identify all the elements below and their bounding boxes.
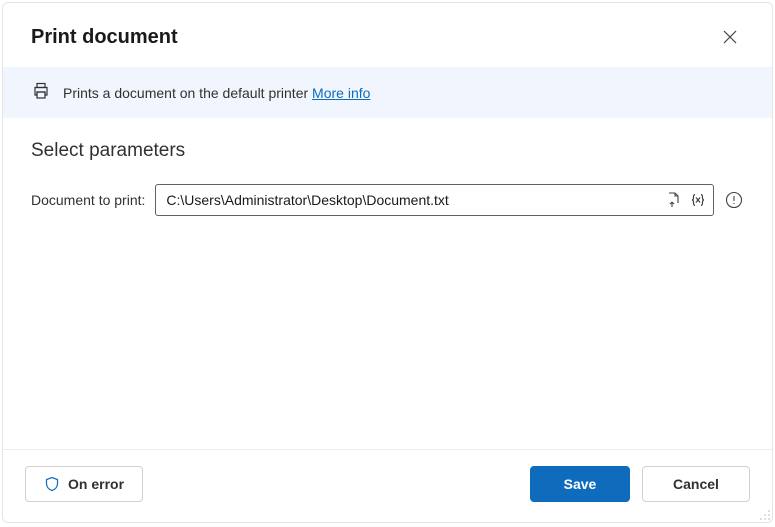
close-icon <box>723 30 737 44</box>
printer-icon <box>31 81 51 104</box>
save-label: Save <box>564 476 597 492</box>
resize-grip-icon[interactable] <box>759 509 771 521</box>
dialog-header: Print document <box>3 3 772 67</box>
document-to-print-row: Document to print: <box>31 184 744 216</box>
save-button[interactable]: Save <box>530 466 630 502</box>
cancel-button[interactable]: Cancel <box>642 466 750 502</box>
on-error-label: On error <box>68 476 124 492</box>
help-icon[interactable] <box>724 190 744 210</box>
document-label: Document to print: <box>31 192 145 208</box>
print-document-dialog: Print document Prints a document on the … <box>2 2 773 523</box>
banner-description: Prints a document on the default printer <box>63 85 312 101</box>
document-path-input[interactable] <box>166 192 659 208</box>
shield-icon <box>44 476 60 492</box>
dialog-content: Select parameters Document to print: <box>3 118 772 449</box>
dialog-footer: On error Save Cancel <box>3 449 772 522</box>
more-info-link[interactable]: More info <box>312 85 370 101</box>
variable-picker-icon[interactable] <box>689 191 707 209</box>
document-input-wrap <box>155 184 714 216</box>
section-title: Select parameters <box>31 140 744 162</box>
cancel-label: Cancel <box>673 476 719 492</box>
dialog-title: Print document <box>31 26 178 49</box>
file-picker-icon[interactable] <box>665 191 683 209</box>
on-error-button[interactable]: On error <box>25 466 143 502</box>
banner-text: Prints a document on the default printer… <box>63 85 370 101</box>
footer-actions: Save Cancel <box>530 466 750 502</box>
close-button[interactable] <box>714 21 746 53</box>
info-banner: Prints a document on the default printer… <box>3 67 772 118</box>
